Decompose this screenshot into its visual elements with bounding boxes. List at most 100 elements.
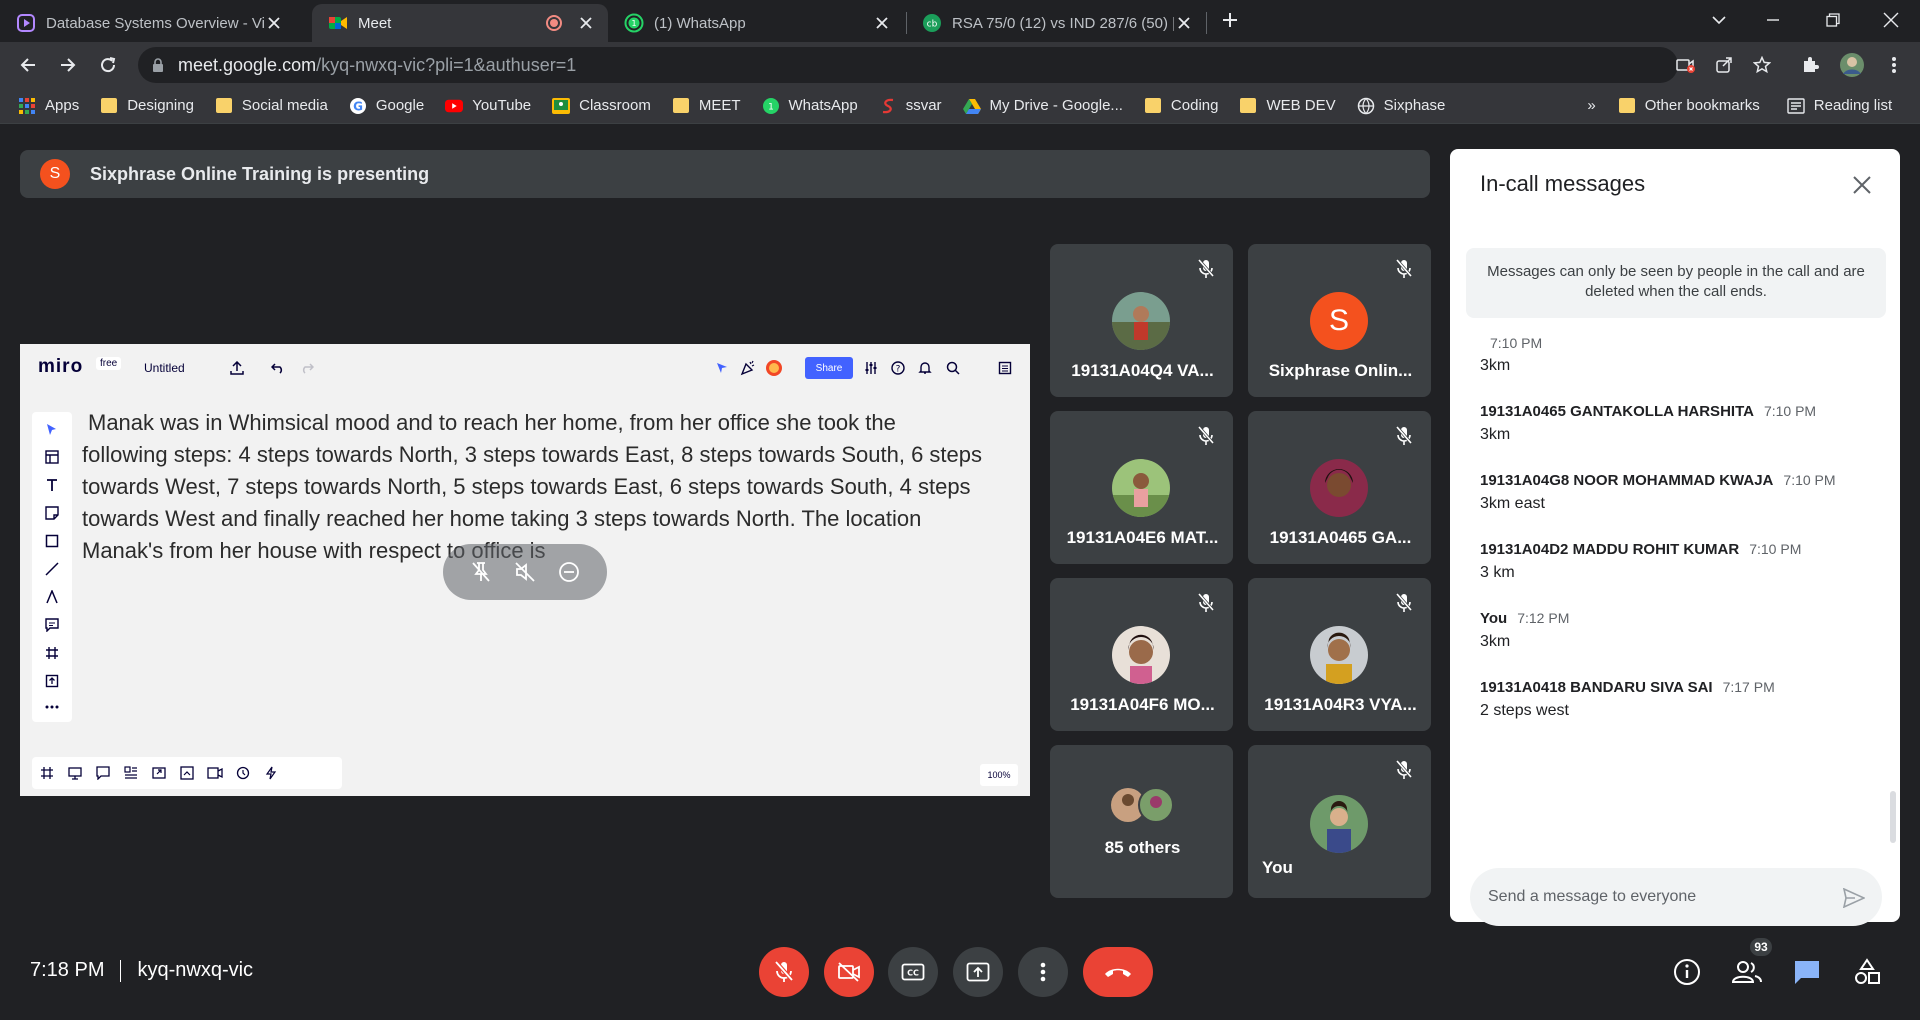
other-bookmarks-label: Other bookmarks: [1644, 97, 1760, 114]
meeting-details-button[interactable]: [1668, 953, 1706, 991]
participant-tile[interactable]: S Sixphrase Onlin...: [1248, 244, 1431, 397]
bookmark-apps[interactable]: Apps: [18, 97, 79, 115]
leave-call-button[interactable]: [1083, 947, 1153, 997]
send-button[interactable]: [1840, 884, 1868, 912]
close-tab-icon[interactable]: [1174, 13, 1194, 33]
extensions-icon[interactable]: [1796, 51, 1824, 79]
celebrate-icon: [738, 358, 758, 378]
more-options-button[interactable]: [1018, 947, 1068, 997]
tab-title: Database Systems Overview - Vid: [46, 14, 264, 32]
microphone-toggle-button[interactable]: [759, 947, 809, 997]
search-icon: [943, 358, 963, 378]
tab-title: RSA 75/0 (12) vs IND 287/6 (50) |: [952, 14, 1174, 32]
new-tab-button[interactable]: [1210, 0, 1250, 40]
classroom-icon: [552, 97, 571, 115]
profile-avatar[interactable]: [1838, 51, 1866, 79]
settings-sliders-icon: [861, 358, 881, 378]
mic-off-icon: [1393, 592, 1415, 614]
reading-list-label: Reading list: [1813, 97, 1893, 114]
miro-bottom-toolbar: [32, 757, 342, 789]
people-button[interactable]: [1728, 953, 1766, 991]
message-sender: 19131A0418 BANDARU SIVA SAI: [1480, 679, 1713, 696]
mic-off-icon: [1195, 425, 1217, 447]
message-sender: 19131A04G8 NOOR MOHAMMAD KWAJA: [1480, 472, 1774, 489]
redo-icon: [297, 358, 317, 378]
address-bar[interactable]: meet.google.com/kyq-nwxq-vic?pli=1&authu…: [138, 47, 1678, 83]
restore-button[interactable]: [1810, 0, 1856, 40]
participant-tile[interactable]: 19131A04E6 MAT...: [1050, 411, 1233, 564]
participant-tile[interactable]: 19131A04Q4 VA...: [1050, 244, 1233, 397]
close-tab-icon[interactable]: [872, 13, 892, 33]
mic-off-icon: [1393, 759, 1415, 781]
miro-left-toolbar: [32, 412, 72, 722]
activities-button[interactable]: [1848, 953, 1886, 991]
participant-tile[interactable]: 19131A04R3 VYA...: [1248, 578, 1431, 731]
captions-button[interactable]: CC: [888, 947, 938, 997]
close-chat-button[interactable]: [1848, 171, 1876, 199]
bookmark-meet[interactable]: MEET: [672, 97, 741, 115]
bookmark-ssvar[interactable]: ssvar: [879, 97, 942, 115]
bookmark-google[interactable]: G Google: [349, 97, 424, 115]
participant-tile[interactable]: 19131A0465 GA...: [1248, 411, 1431, 564]
bell-icon: [915, 358, 935, 378]
in-call-messages-panel: In-call messages Messages can only be se…: [1450, 149, 1900, 926]
chat-message-input[interactable]: [1488, 888, 1818, 906]
tab-meet[interactable]: Meet: [312, 4, 608, 42]
bookmark-designing[interactable]: Designing: [100, 97, 194, 115]
shared-screen[interactable]: miro free Untitled Share ? Manak was in …: [20, 344, 1030, 796]
camera-blocked-icon[interactable]: [1672, 51, 1700, 79]
participant-avatar: S: [1310, 292, 1368, 350]
minimize-button[interactable]: [1750, 0, 1796, 40]
bookmark-whatsapp[interactable]: 1 WhatsApp: [762, 97, 858, 115]
volume-off-icon[interactable]: [513, 560, 537, 584]
other-bookmarks[interactable]: Other bookmarks: [1618, 97, 1760, 115]
present-now-button[interactable]: [953, 947, 1003, 997]
participant-tile[interactable]: 19131A04F6 MO...: [1050, 578, 1233, 731]
more-bookmarks-button[interactable]: »: [1587, 97, 1595, 114]
board-name: Untitled: [144, 361, 185, 375]
question-text: Manak was in Whimsical mood and to reach…: [82, 410, 983, 563]
reload-button[interactable]: [92, 49, 124, 81]
bookmark-label: MEET: [698, 97, 741, 114]
bookmark-youtube[interactable]: YouTube: [445, 97, 531, 115]
share-page-icon[interactable]: [1710, 51, 1738, 79]
participant-name: 19131A04Q4 VA...: [1071, 361, 1214, 380]
reading-list[interactable]: Reading list: [1787, 97, 1892, 115]
bookmarks-bar: Apps Designing Social media G Google You…: [0, 88, 1920, 124]
others-tile[interactable]: 85 others: [1050, 745, 1233, 898]
tab-whatsapp[interactable]: 1 (1) WhatsApp: [608, 4, 904, 42]
tab-database-systems[interactable]: Database Systems Overview - Vid: [0, 4, 296, 42]
mic-off-icon: [1393, 425, 1415, 447]
bookmark-web-dev[interactable]: WEB DEV: [1239, 97, 1336, 115]
video-app-icon: [16, 13, 36, 33]
bookmark-star-icon[interactable]: [1748, 51, 1776, 79]
bookmark-coding[interactable]: Coding: [1144, 97, 1218, 115]
presenting-banner: S Sixphrase Online Training is presentin…: [20, 150, 1430, 198]
bookmark-my-drive[interactable]: My Drive - Google...: [962, 97, 1123, 115]
chat-scrollbar[interactable]: [1890, 791, 1896, 843]
remove-icon[interactable]: [557, 560, 581, 584]
bookmark-label: Apps: [45, 97, 80, 114]
bookmark-sixphase[interactable]: Sixphase: [1357, 97, 1445, 115]
bookmark-classroom[interactable]: Classroom: [552, 97, 651, 115]
chat-input-box[interactable]: [1470, 868, 1882, 926]
pin-off-icon[interactable]: [469, 560, 493, 584]
upload-tool-icon: [42, 671, 62, 691]
shared-screen-controls[interactable]: [443, 544, 607, 600]
close-tab-icon[interactable]: [264, 13, 284, 33]
browser-menu-icon[interactable]: [1880, 51, 1908, 79]
tab-cricket-score[interactable]: cb RSA 75/0 (12) vs IND 287/6 (50) |: [906, 4, 1206, 42]
presenter-avatar: S: [40, 159, 70, 189]
back-button[interactable]: [12, 49, 44, 81]
camera-toggle-button[interactable]: [824, 947, 874, 997]
chat-button[interactable]: [1788, 953, 1826, 991]
bookmark-social-media[interactable]: Social media: [215, 97, 328, 115]
self-tile[interactable]: You: [1248, 745, 1431, 898]
close-window-button[interactable]: [1868, 0, 1914, 40]
close-tab-icon[interactable]: [576, 13, 596, 33]
tab-search-button[interactable]: [1696, 0, 1742, 40]
restore-icon: [1826, 13, 1840, 27]
google-icon: G: [349, 97, 367, 115]
forward-button[interactable]: [52, 49, 84, 81]
youtube-icon: [445, 97, 464, 115]
